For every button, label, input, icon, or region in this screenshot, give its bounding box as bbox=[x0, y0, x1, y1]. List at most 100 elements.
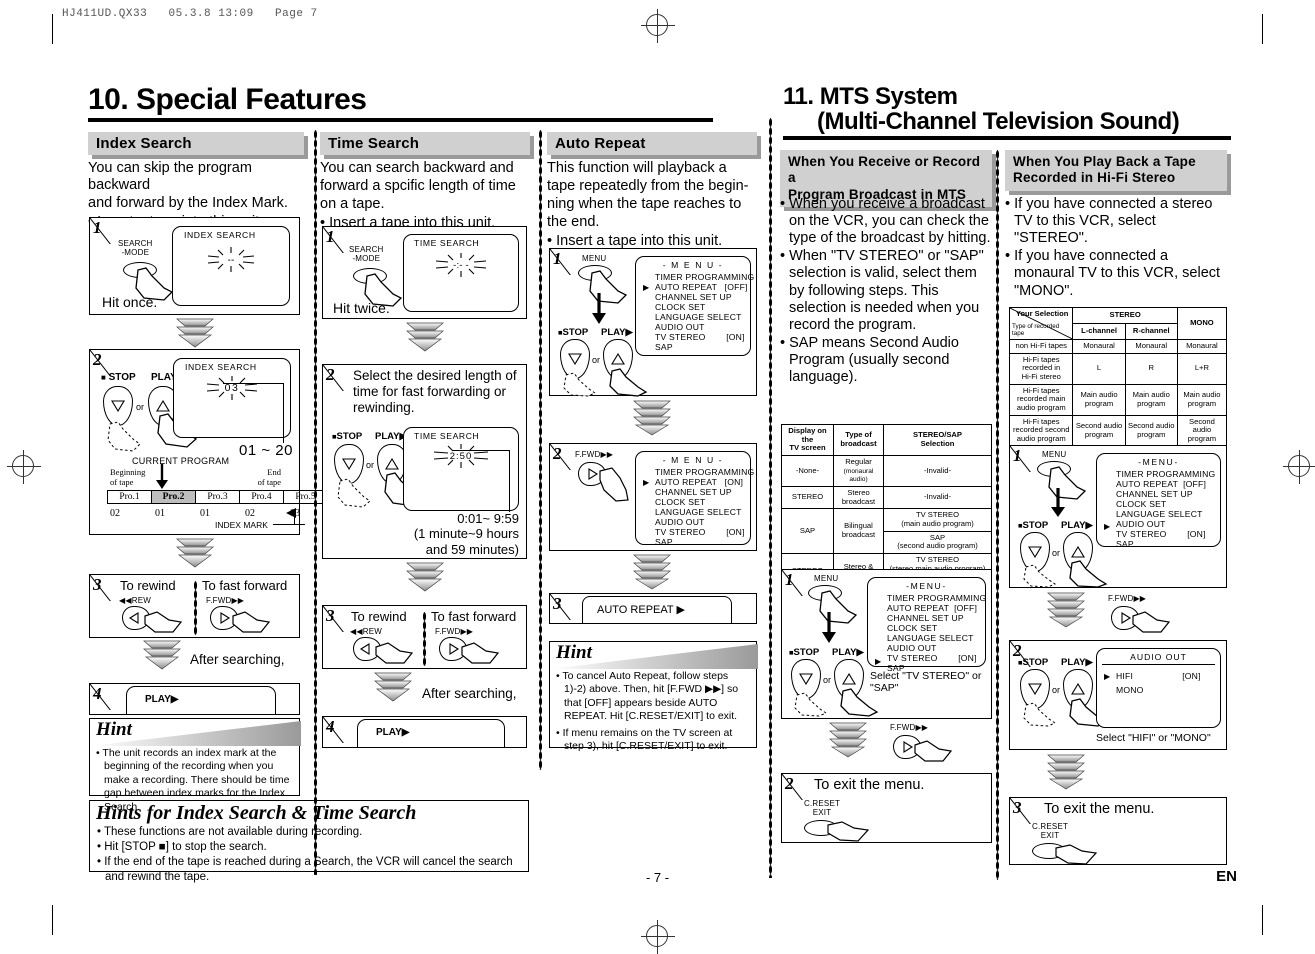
time-search-step-2: 2 Select the desired length of time for … bbox=[322, 364, 527, 559]
menu-item[interactable]: CHANNEL SET UP bbox=[655, 487, 745, 497]
menu-item[interactable]: CLOCK SET bbox=[1116, 499, 1215, 509]
cell-display: -None- bbox=[781, 454, 834, 487]
table-header-mono: MONO bbox=[1176, 307, 1228, 340]
menu-item[interactable]: SAP bbox=[655, 537, 745, 547]
menu-item[interactable]: LANGUAGE SELECT bbox=[1116, 509, 1215, 519]
mts-playback-step-1: 1 MENU ■STOP PLAY▶ or -MENU- ▶ TIMER PRO… bbox=[1009, 445, 1227, 588]
auto-repeat-step-2: 2 F.FWD▶▶ - M E N U - ▶ TIMER PROGRAMMIN… bbox=[549, 443, 757, 551]
receive-bullet: • SAP means Second Audio Program (usuall… bbox=[780, 334, 959, 386]
cell-tape-type: Hi-Fi tapes recorded in Hi-Fi stereo bbox=[1008, 352, 1074, 385]
page-title-special-features: 10. Special Features bbox=[88, 83, 367, 116]
menu-item[interactable]: LANGUAGE SELECT bbox=[655, 507, 745, 517]
step-number: 2 bbox=[553, 444, 562, 463]
auto-repeat-intro-line3: ning when the tape reaches to bbox=[547, 196, 742, 213]
flow-arrow-3 bbox=[142, 640, 181, 670]
play-button-label: PLAY▶ bbox=[1061, 520, 1093, 531]
current-program-arrow-icon bbox=[156, 464, 168, 489]
step-number: 2 bbox=[93, 350, 102, 369]
menu-item[interactable]: AUDIO OUT bbox=[655, 517, 745, 527]
play-button-label: PLAY▶ bbox=[832, 647, 864, 658]
ffwd-button-label: F.FWD▶▶ bbox=[890, 723, 929, 732]
osd-title: -MENU- bbox=[906, 581, 947, 591]
menu-item[interactable]: AUDIO OUT bbox=[1116, 519, 1215, 529]
menu-item[interactable]: AUTO REPEAT [OFF] bbox=[1116, 479, 1215, 489]
step-number: 2 bbox=[326, 365, 335, 384]
menu-item[interactable]: TIMER PROGRAMMING bbox=[655, 272, 754, 282]
osd-title: TIME SEARCH bbox=[414, 238, 480, 248]
leader-line-vertical bbox=[283, 383, 285, 443]
menu-item[interactable]: CHANNEL SET UP bbox=[655, 292, 745, 302]
osd-title: - M E N U - bbox=[662, 455, 724, 465]
flow-arrow-ar-1 bbox=[632, 400, 671, 436]
play-button-label: PLAY▶ bbox=[601, 327, 633, 338]
step-number: 1 bbox=[553, 249, 562, 268]
time-search-intro-line3: on a tape. bbox=[320, 196, 385, 213]
menu-item[interactable]: TIMER PROGRAMMING bbox=[887, 593, 986, 603]
time-range-line2: (1 minute~9 hours bbox=[413, 526, 519, 542]
menu-item[interactable]: TV STEREO [ON] bbox=[887, 653, 980, 663]
cell-mono: Main audio program bbox=[1176, 383, 1228, 416]
index-mark-leader-icon bbox=[286, 508, 296, 518]
menu-item[interactable]: AUDIO OUT bbox=[655, 322, 745, 332]
play-key-box[interactable]: PLAY▶ bbox=[126, 686, 276, 714]
menu-item[interactable]: SAP bbox=[1116, 539, 1215, 549]
table-header-lchannel: L-channel bbox=[1072, 323, 1126, 340]
menu-item[interactable]: CLOCK SET bbox=[655, 497, 745, 507]
hints-wide-title: Hints for Index Search & Time Search bbox=[96, 802, 417, 824]
menu-item[interactable]: AUTO REPEAT [OFF] bbox=[887, 603, 980, 613]
ffwd-button-label: F.FWD▶▶ bbox=[435, 627, 474, 636]
hand-pointer-icon bbox=[460, 641, 502, 667]
registration-mark-top bbox=[641, 9, 675, 43]
hand-pointer-icon bbox=[826, 820, 872, 844]
hand-pointer-dashed-icon bbox=[1022, 564, 1062, 588]
menu-item[interactable]: TV STEREO [ON] bbox=[655, 332, 745, 342]
step-number: 3 bbox=[553, 594, 562, 613]
stop-button-label: ■STOP bbox=[1018, 520, 1049, 531]
menu-item[interactable]: MONO bbox=[1116, 685, 1215, 695]
hand-pointer-dashed-icon bbox=[336, 477, 378, 511]
search-mode-button-label: SEARCH -MODE bbox=[118, 239, 153, 257]
cell-type: Bilingual broadcast bbox=[833, 508, 884, 554]
table-row: Hi-Fi tapes recorded second audio program … bbox=[1008, 414, 1228, 447]
hand-pointer-icon bbox=[913, 739, 955, 765]
menu-item[interactable]: CHANNEL SET UP bbox=[1116, 489, 1215, 499]
flow-arrow-mts-1 bbox=[828, 722, 867, 758]
index-mark-leader-line bbox=[273, 524, 305, 526]
menu-item[interactable]: SAP bbox=[655, 342, 745, 352]
cell-display: SAP bbox=[781, 508, 834, 554]
menu-item[interactable]: AUTO REPEAT [ON] bbox=[655, 477, 745, 487]
play-key-box[interactable]: PLAY▶ bbox=[357, 719, 505, 747]
cell-tape-type: Hi-Fi tapes recorded second audio program bbox=[1008, 414, 1074, 447]
hit-once-caption: Hit once. bbox=[102, 294, 158, 310]
menu-item[interactable]: HIFI [ON] bbox=[1116, 671, 1215, 681]
hand-pointer-icon bbox=[374, 641, 416, 667]
ffwd-caption: To fast forward bbox=[431, 609, 517, 624]
menu-item[interactable]: AUDIO OUT bbox=[887, 643, 980, 653]
menu-item[interactable]: LANGUAGE SELECT bbox=[887, 633, 980, 643]
table-row: STEREO Stereo broadcast -Invalid- bbox=[781, 485, 992, 510]
cell-l: Main audio program bbox=[1072, 383, 1126, 416]
svg-text:2:50: 2:50 bbox=[450, 451, 473, 462]
hand-pointer-icon bbox=[608, 367, 652, 397]
crop-mark-tr-v bbox=[1262, 14, 1263, 44]
down-arrow-icon bbox=[592, 293, 606, 324]
ffwd-caption: To fast forward bbox=[202, 578, 288, 593]
file-header: HJ411UD.QX33 05.3.8 13:09 Page 7 bbox=[62, 8, 318, 20]
menu-item[interactable]: CLOCK SET bbox=[887, 623, 980, 633]
menu-item[interactable]: CHANNEL SET UP bbox=[887, 613, 980, 623]
menu-item[interactable]: LANGUAGE SELECT bbox=[655, 312, 745, 322]
time-search-step-1: 1 SEARCH -MODE Hit twice. TIME SEARCH -:… bbox=[322, 226, 527, 319]
cell-mono: Second audio program bbox=[1176, 414, 1228, 447]
menu-item[interactable]: TIMER PROGRAMMING bbox=[655, 467, 754, 477]
mts-playback-step-3: 3 To exit the menu. C.RESET EXIT bbox=[1009, 797, 1227, 865]
menu-item[interactable]: CLOCK SET bbox=[655, 302, 745, 312]
stop-button-label: ■STOP bbox=[1018, 657, 1049, 668]
table-row: -None- Regular (monaural audio) -Invalid- bbox=[781, 454, 992, 487]
menu-item[interactable]: TV STEREO [ON] bbox=[655, 527, 745, 537]
menu-item[interactable]: TIMER PROGRAMMING bbox=[1116, 469, 1215, 479]
time-range-line3: and 59 minutes) bbox=[425, 541, 519, 557]
menu-item[interactable]: AUTO REPEAT [OFF] bbox=[655, 282, 747, 292]
cell-l: Monaural bbox=[1072, 339, 1126, 354]
menu-item[interactable]: TV STEREO [ON] bbox=[1116, 529, 1215, 539]
step-number: 1 bbox=[1013, 446, 1022, 465]
